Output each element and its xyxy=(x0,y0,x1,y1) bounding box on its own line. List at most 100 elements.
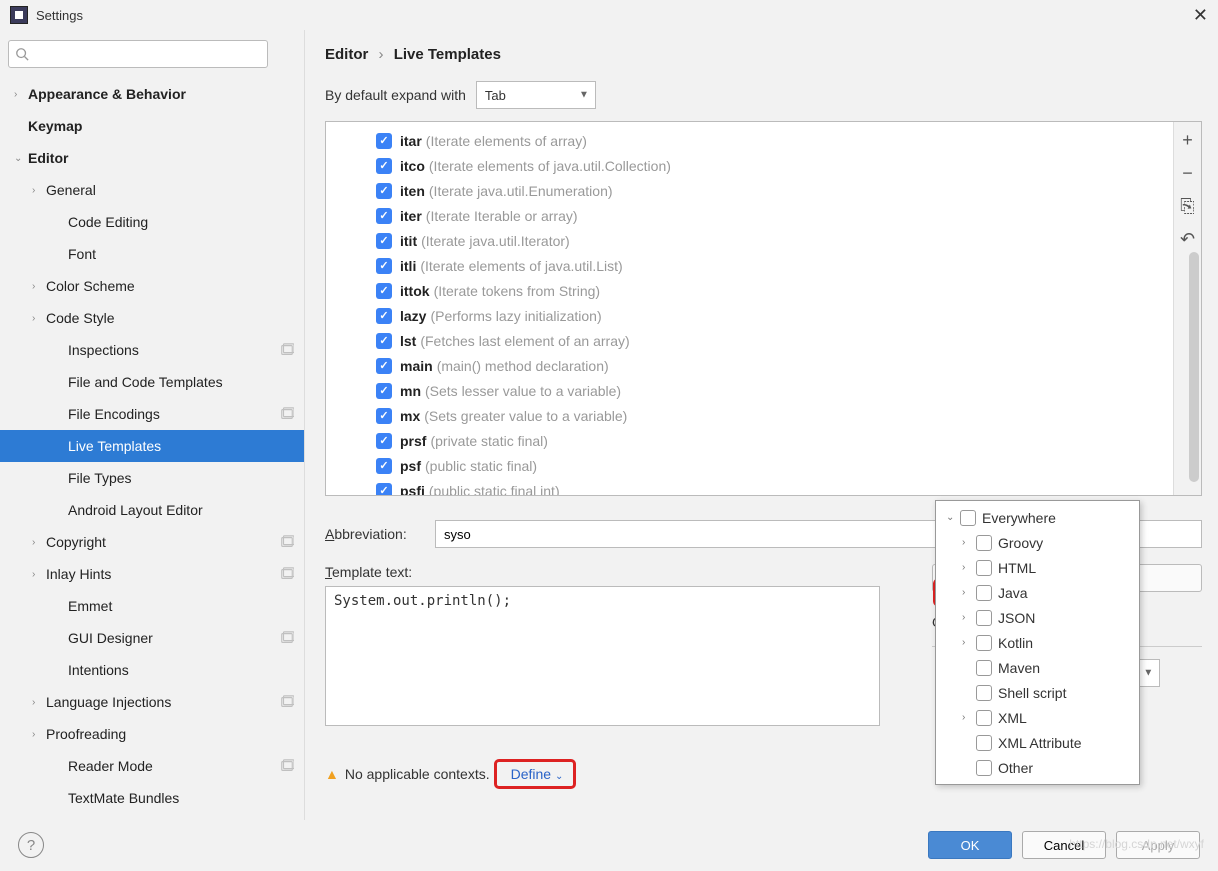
context-item-xml-attribute[interactable]: XML Attribute xyxy=(936,730,1139,755)
scrollbar[interactable] xyxy=(1189,252,1199,482)
sidebar-item-file-encodings[interactable]: File Encodings xyxy=(0,398,304,430)
checkbox-icon[interactable] xyxy=(976,735,992,751)
context-item-java[interactable]: ›Java xyxy=(936,580,1139,605)
checkbox-icon[interactable] xyxy=(376,358,392,374)
template-row-lst[interactable]: lst(Fetches last element of an array) xyxy=(326,328,1173,353)
template-text-input[interactable]: System.out.println(); xyxy=(325,586,880,726)
context-item-kotlin[interactable]: ›Kotlin xyxy=(936,630,1139,655)
sidebar-item-language-injections[interactable]: ›Language Injections xyxy=(0,686,304,718)
context-item-other[interactable]: Other xyxy=(936,755,1139,780)
sidebar-item-label: Language Injections xyxy=(46,694,171,710)
checkbox-icon[interactable] xyxy=(976,635,992,651)
checkbox-icon[interactable] xyxy=(976,560,992,576)
sidebar-item-textmate-bundles[interactable]: TextMate Bundles xyxy=(0,782,304,814)
sidebar-item-reader-mode[interactable]: Reader Mode xyxy=(0,750,304,782)
sidebar-item-font[interactable]: Font xyxy=(0,238,304,270)
template-row-iten[interactable]: iten(Iterate java.util.Enumeration) xyxy=(326,178,1173,203)
checkbox-icon[interactable] xyxy=(376,483,392,496)
checkbox-icon[interactable] xyxy=(376,258,392,274)
sidebar-item-intentions[interactable]: Intentions xyxy=(0,654,304,686)
sidebar-item-code-style[interactable]: ›Code Style xyxy=(0,302,304,334)
template-text-label: Template text: xyxy=(325,564,902,580)
sidebar-item-label: Inspections xyxy=(68,342,139,358)
context-item-everywhere[interactable]: ⌄Everywhere xyxy=(936,505,1139,530)
context-item-html[interactable]: ›HTML xyxy=(936,555,1139,580)
checkbox-icon[interactable] xyxy=(376,233,392,249)
context-item-shell-script[interactable]: Shell script xyxy=(936,680,1139,705)
template-row-psfi[interactable]: psfi(public static final int) xyxy=(326,478,1173,495)
sidebar-item-label: Proofreading xyxy=(46,726,126,742)
context-item-xml[interactable]: ›XML xyxy=(936,705,1139,730)
checkbox-icon[interactable] xyxy=(376,208,392,224)
chevron-icon: › xyxy=(962,637,976,648)
template-row-prsf[interactable]: prsf(private static final) xyxy=(326,428,1173,453)
checkbox-icon[interactable] xyxy=(376,158,392,174)
template-row-itar[interactable]: itar(Iterate elements of array) xyxy=(326,128,1173,153)
sidebar-item-emmet[interactable]: Emmet xyxy=(0,590,304,622)
template-row-ittok[interactable]: ittok(Iterate tokens from String) xyxy=(326,278,1173,303)
template-desc: (Iterate java.util.Iterator) xyxy=(421,233,570,249)
checkbox-icon[interactable] xyxy=(376,408,392,424)
sidebar-item-appearance-behavior[interactable]: ›Appearance & Behavior xyxy=(0,78,304,110)
sidebar-item-proofreading[interactable]: ›Proofreading xyxy=(0,718,304,750)
sidebar-item-copyright[interactable]: ›Copyright xyxy=(0,526,304,558)
checkbox-icon[interactable] xyxy=(976,760,992,776)
sidebar-item-editor[interactable]: ⌄Editor xyxy=(0,142,304,174)
remove-icon[interactable]: − xyxy=(1182,163,1193,184)
checkbox-icon[interactable] xyxy=(976,660,992,676)
checkbox-icon[interactable] xyxy=(376,283,392,299)
template-row-iter[interactable]: iter(Iterate Iterable or array) xyxy=(326,203,1173,228)
template-abbr: psf xyxy=(400,458,421,474)
checkbox-icon[interactable] xyxy=(976,610,992,626)
checkbox-icon[interactable] xyxy=(376,333,392,349)
expand-default-select[interactable]: Tab ▼ xyxy=(476,81,596,109)
sidebar-item-file-types[interactable]: File Types xyxy=(0,462,304,494)
checkbox-icon[interactable] xyxy=(376,383,392,399)
define-link[interactable]: Define ⌄ xyxy=(511,766,564,782)
chevron-icon: ⌄ xyxy=(946,512,960,523)
checkbox-icon[interactable] xyxy=(376,458,392,474)
checkbox-icon[interactable] xyxy=(376,308,392,324)
checkbox-icon[interactable] xyxy=(976,585,992,601)
copy-icon[interactable]: ⎘ xyxy=(1180,196,1194,217)
help-icon[interactable]: ? xyxy=(18,832,44,858)
template-desc: (Iterate java.util.Enumeration) xyxy=(429,183,613,199)
context-item-label: HTML xyxy=(998,560,1036,576)
sidebar-item-android-layout-editor[interactable]: Android Layout Editor xyxy=(0,494,304,526)
template-row-mx[interactable]: mx(Sets greater value to a variable) xyxy=(326,403,1173,428)
checkbox-icon[interactable] xyxy=(960,510,976,526)
close-icon[interactable]: ✕ xyxy=(1193,5,1208,26)
sidebar-item-keymap[interactable]: Keymap xyxy=(0,110,304,142)
context-item-json[interactable]: ›JSON xyxy=(936,605,1139,630)
sidebar-item-gui-designer[interactable]: GUI Designer xyxy=(0,622,304,654)
ok-button[interactable]: OK xyxy=(928,831,1012,859)
template-row-itli[interactable]: itli(Iterate elements of java.util.List) xyxy=(326,253,1173,278)
sidebar-item-file-and-code-templates[interactable]: File and Code Templates xyxy=(0,366,304,398)
template-row-mn[interactable]: mn(Sets lesser value to a variable) xyxy=(326,378,1173,403)
checkbox-icon[interactable] xyxy=(976,685,992,701)
sidebar-item-code-editing[interactable]: Code Editing xyxy=(0,206,304,238)
checkbox-icon[interactable] xyxy=(376,433,392,449)
checkbox-icon[interactable] xyxy=(976,710,992,726)
sidebar-item-inlay-hints[interactable]: ›Inlay Hints xyxy=(0,558,304,590)
revert-icon[interactable]: ↶ xyxy=(1180,229,1195,250)
template-row-itco[interactable]: itco(Iterate elements of java.util.Colle… xyxy=(326,153,1173,178)
sidebar-item-general[interactable]: ›General xyxy=(0,174,304,206)
add-icon[interactable]: + xyxy=(1182,130,1193,151)
sidebar-item-live-templates[interactable]: Live Templates xyxy=(0,430,304,462)
sidebar-item-color-scheme[interactable]: ›Color Scheme xyxy=(0,270,304,302)
context-item-label: JSON xyxy=(998,610,1035,626)
template-row-psf[interactable]: psf(public static final) xyxy=(326,453,1173,478)
template-row-main[interactable]: main(main() method declaration) xyxy=(326,353,1173,378)
sidebar-item-inspections[interactable]: Inspections xyxy=(0,334,304,366)
context-item-maven[interactable]: Maven xyxy=(936,655,1139,680)
template-abbr: psfi xyxy=(400,483,425,496)
checkbox-icon[interactable] xyxy=(376,183,392,199)
search-input[interactable] xyxy=(8,40,268,68)
context-item-groovy[interactable]: ›Groovy xyxy=(936,530,1139,555)
template-row-lazy[interactable]: lazy(Performs lazy initialization) xyxy=(326,303,1173,328)
checkbox-icon[interactable] xyxy=(376,133,392,149)
checkbox-icon[interactable] xyxy=(976,535,992,551)
scope-badge-icon xyxy=(280,407,294,421)
template-row-itit[interactable]: itit(Iterate java.util.Iterator) xyxy=(326,228,1173,253)
